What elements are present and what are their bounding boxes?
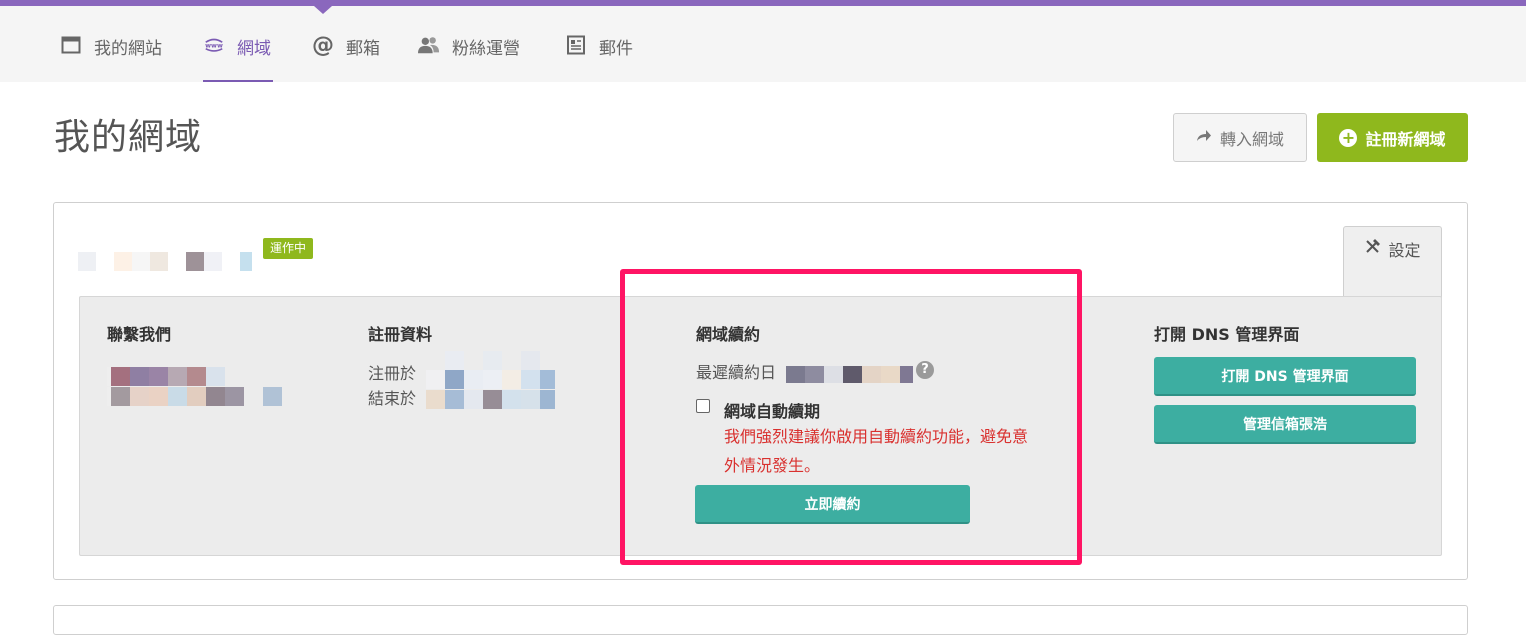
- auto-renew-label[interactable]: 網域自動續期: [724, 398, 820, 422]
- nav-item-label: 網域: [237, 39, 271, 59]
- at-sign-icon: @: [312, 32, 334, 58]
- status-badge: 運作中: [263, 238, 314, 259]
- registered-date-redacted-2: [426, 370, 555, 389]
- plus-circle-icon: +: [1339, 128, 1358, 147]
- latest-renewal-label: 最遲續約日: [696, 363, 777, 382]
- nav-pointer: [314, 6, 332, 14]
- browser-window-icon: [60, 34, 82, 56]
- page-title: 我的網域: [54, 117, 203, 158]
- main-nav: 我的網站 www 網域 @ 郵箱 粉絲運營 郵件: [0, 6, 1526, 82]
- registered-on-label: 注冊於: [368, 364, 417, 383]
- manage-mailbox-button[interactable]: 管理信箱張浩: [1154, 405, 1416, 444]
- nav-item-fans[interactable]: 粉絲運營: [418, 34, 520, 82]
- auto-renew-warning: 我們強烈建議你啟用自動續約功能，避免意外情況發生。: [724, 427, 1029, 475]
- registration-title: 註冊資料: [368, 325, 433, 344]
- open-dns-button[interactable]: 打開 DNS 管理界面: [1154, 357, 1416, 396]
- help-icon[interactable]: ?: [916, 361, 934, 379]
- expires-on-label: 結束於: [368, 389, 417, 408]
- settings-label: 設定: [1388, 241, 1421, 260]
- nav-item-newsletter[interactable]: 郵件: [565, 34, 633, 82]
- newsletter-icon: [565, 34, 587, 56]
- settings-tab[interactable]: 設定: [1343, 226, 1442, 298]
- transfer-domain-button[interactable]: 轉入網域: [1173, 113, 1307, 162]
- latest-renewal-date-redacted: [786, 366, 913, 383]
- dns-title: 打開 DNS 管理界面: [1154, 325, 1300, 344]
- nav-item-label: 郵件: [599, 39, 633, 59]
- users-icon: [418, 34, 440, 56]
- next-domain-card: [53, 605, 1468, 635]
- transfer-domain-label: 轉入網域: [1219, 129, 1284, 149]
- nav-item-domains[interactable]: www 網域: [203, 34, 273, 82]
- www-icon: www: [203, 34, 225, 56]
- tools-icon: [1364, 237, 1382, 259]
- auto-renew-checkbox[interactable]: [696, 399, 710, 413]
- share-arrow-icon: [1196, 128, 1212, 147]
- register-domain-label: 註冊新網域: [1365, 129, 1446, 149]
- nav-item-label: 郵箱: [346, 39, 380, 59]
- contact-title: 聯繫我們: [107, 325, 172, 344]
- expires-date-redacted: [426, 390, 555, 409]
- renewal-title: 網域續約: [696, 325, 761, 344]
- nav-item-mailbox[interactable]: @ 郵箱: [312, 32, 380, 82]
- nav-item-label: 粉絲運營: [452, 39, 520, 59]
- register-domain-button[interactable]: + 註冊新網域: [1317, 113, 1468, 162]
- renew-now-button[interactable]: 立即續約: [695, 485, 970, 524]
- contact-info-redacted-2: [107, 387, 282, 406]
- domain-name-redacted: [78, 252, 252, 271]
- nav-item-my-website[interactable]: 我的網站: [60, 34, 162, 82]
- contact-info-redacted: [107, 367, 225, 386]
- registered-date-redacted: [426, 351, 540, 370]
- svg-text:www: www: [205, 41, 223, 49]
- nav-item-label: 我的網站: [94, 39, 162, 59]
